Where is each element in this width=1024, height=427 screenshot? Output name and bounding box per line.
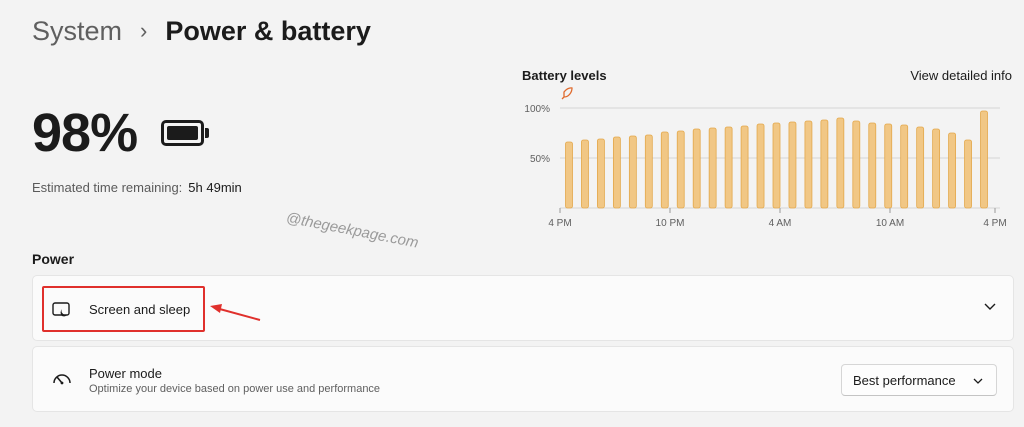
battery-bar [597,138,605,209]
y-tick-label: 100% [524,104,550,115]
estimated-time-label: Estimated time remaining: [32,180,183,195]
x-tick-label: 10 AM [876,218,904,229]
power-mode-selected-value: Best performance [853,372,956,388]
view-detailed-info-link[interactable]: View detailed info [910,68,1012,83]
x-tick-label: 4 AM [769,218,792,229]
battery-bar [868,122,877,209]
battery-bar [788,121,797,209]
energy-saver-leaf-icon [561,87,573,100]
battery-levels-chart: 100% 50% 4 PM 10 PM 4 AM 10 AM 4 PM [524,87,1007,229]
battery-bar [948,132,956,209]
breadcrumb-separator-icon: › [140,18,148,43]
battery-bar [900,124,909,209]
battery-bar [964,139,972,209]
screen-and-sleep-label: Screen and sleep [89,302,191,317]
dropdown-chevron-icon [973,378,983,384]
expand-chevron-icon[interactable] [982,301,998,313]
battery-bar [581,139,589,209]
battery-bar [772,122,781,209]
watermark: @thegeekpage.com [284,209,420,252]
battery-bar [692,128,701,209]
battery-bar [820,119,829,209]
battery-bar [980,110,988,209]
battery-bar [884,123,893,209]
battery-bar [836,117,845,209]
breadcrumb-system-link[interactable]: System [32,14,122,48]
battery-bar [756,123,765,209]
battery-icon [161,120,210,146]
battery-percentage: 98% [32,103,138,163]
battery-bar [804,120,813,209]
chart-title: Battery levels [522,68,607,83]
section-label-power: Power [32,251,75,267]
battery-bar [708,127,717,209]
estimated-time-value: 5h 49min [188,180,242,195]
battery-bar [565,141,573,209]
red-arrow-icon [210,304,261,321]
battery-bar [932,128,941,209]
y-tick-label: 50% [530,154,550,165]
battery-bar [628,135,637,209]
x-tick-label: 4 PM [983,218,1006,229]
battery-bar [612,136,621,209]
power-mode-description: Optimize your device based on power use … [89,383,381,395]
power-mode-title: Power mode [89,366,162,381]
breadcrumb: System › Power & battery [32,14,371,48]
page-title: Power & battery [165,16,371,46]
battery-bar [660,131,669,209]
battery-bar [916,126,925,209]
x-tick-label: 10 PM [656,218,685,229]
gauge-icon [53,374,71,385]
battery-bar [740,125,749,209]
battery-bar [852,120,861,209]
power-mode-dropdown[interactable]: Best performance [841,364,997,396]
battery-bar [724,126,733,209]
screen-sleep-icon [52,302,70,317]
x-tick-label: 4 PM [548,218,571,229]
battery-bar [644,134,653,209]
battery-status: 98% [32,103,210,163]
estimated-time: Estimated time remaining: 5h 49min [32,180,242,195]
battery-bar [676,130,685,209]
